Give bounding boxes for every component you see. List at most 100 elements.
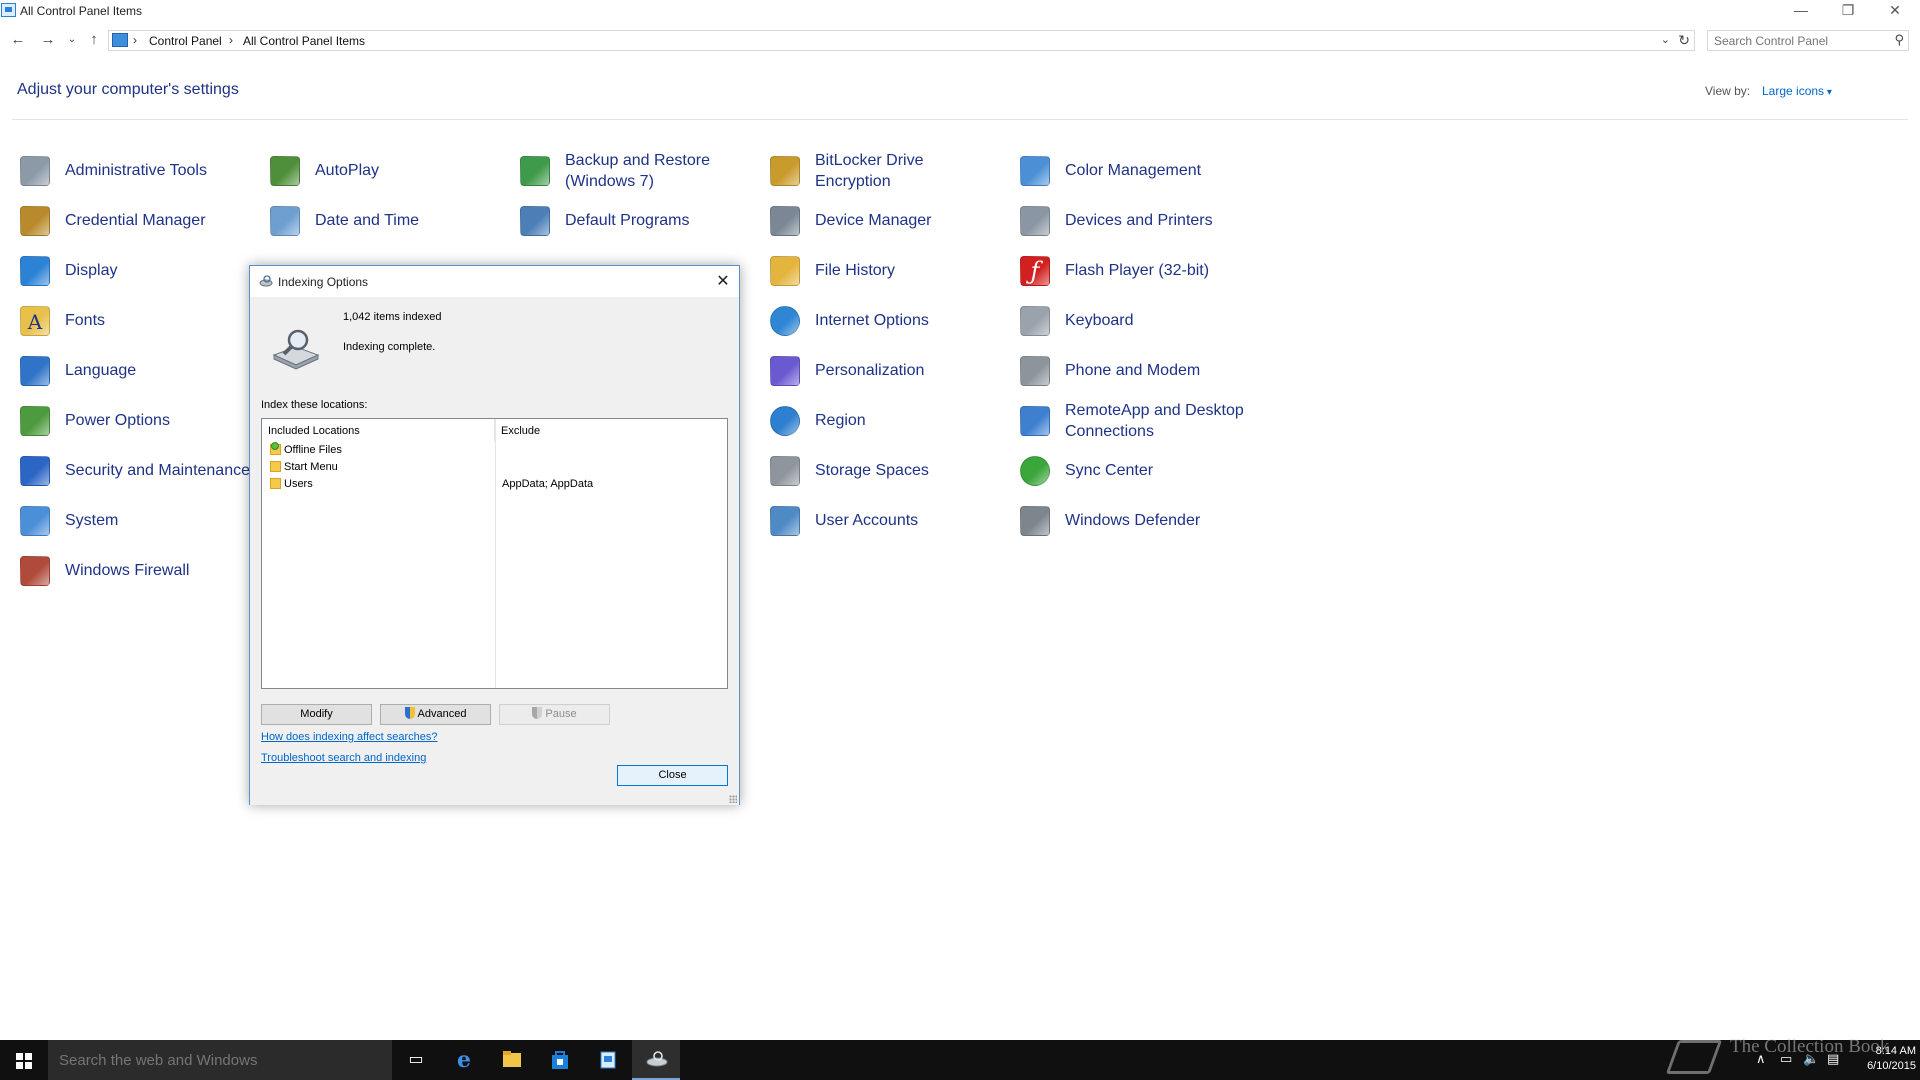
cp-item-date-and-time[interactable]: Date and Time bbox=[270, 200, 510, 240]
cp-item-label: Devices and Printers bbox=[1065, 212, 1213, 229]
cp-item-user-accounts[interactable]: User Accounts bbox=[770, 500, 1010, 540]
column-header-exclude[interactable]: Exclude bbox=[495, 419, 727, 442]
locations-table[interactable]: Included Locations Exclude Offline Files… bbox=[261, 418, 728, 689]
cp-item-display[interactable]: Display bbox=[20, 250, 250, 290]
table-row[interactable]: Users AppData; AppData bbox=[262, 476, 727, 493]
dialog-titlebar: Indexing Options ✕ bbox=[250, 266, 739, 297]
cp-item-phone-and-modem[interactable]: Phone and Modem bbox=[1020, 350, 1260, 390]
cp-item-security-and-maintenance[interactable]: Security and Maintenance bbox=[20, 450, 250, 490]
cp-item-file-history[interactable]: File History bbox=[770, 250, 1010, 290]
address-dropdown-icon[interactable]: ⌄ bbox=[1661, 33, 1670, 46]
cp-item-color-management[interactable]: Color Management bbox=[1020, 150, 1260, 190]
keyboard-icon bbox=[1020, 306, 1050, 336]
breadcrumb-control-panel[interactable]: Control Panel bbox=[149, 34, 222, 48]
cp-item-label: Language bbox=[65, 362, 137, 379]
troubleshoot-link[interactable]: Troubleshoot search and indexing bbox=[261, 752, 426, 764]
cp-item-label: Default Programs bbox=[565, 212, 690, 229]
cp-item-label: Administrative Tools bbox=[65, 162, 207, 179]
cp-item-default-programs[interactable]: Default Programs bbox=[520, 200, 760, 240]
cp-item-backup-and-restore-windows-7[interactable]: Backup and Restore (Windows 7) bbox=[520, 150, 760, 190]
minimize-button[interactable]: — bbox=[1778, 0, 1824, 22]
cp-item-language[interactable]: Language bbox=[20, 350, 250, 390]
cp-item-fonts[interactable]: A Fonts bbox=[20, 300, 250, 340]
dialog-close-icon[interactable]: ✕ bbox=[713, 271, 733, 291]
cp-item-label: Credential Manager bbox=[65, 212, 206, 229]
location-name: Start Menu bbox=[284, 461, 338, 473]
dialog-close-button[interactable]: Close bbox=[617, 765, 728, 786]
breadcrumb-all-items[interactable]: All Control Panel Items bbox=[243, 34, 365, 48]
cp-item-keyboard[interactable]: Keyboard bbox=[1020, 300, 1260, 340]
column-header-included[interactable]: Included Locations bbox=[262, 419, 495, 442]
recent-locations-chevron-icon[interactable]: ⌄ bbox=[62, 30, 82, 50]
cp-item-sync-center[interactable]: Sync Center bbox=[1020, 450, 1260, 490]
cp-item-windows-defender[interactable]: Windows Defender bbox=[1020, 500, 1260, 540]
indexing-drive-icon bbox=[272, 329, 320, 370]
refresh-icon[interactable]: ↻ bbox=[1678, 32, 1690, 49]
cp-item-label: Personalization bbox=[815, 362, 925, 379]
divider bbox=[12, 119, 1908, 120]
back-arrow-icon[interactable]: ← bbox=[8, 30, 28, 50]
resize-grip-icon[interactable] bbox=[729, 795, 737, 803]
modify-button[interactable]: Modify bbox=[261, 704, 372, 725]
cp-item-power-options[interactable]: Power Options bbox=[20, 400, 250, 440]
flag-icon bbox=[20, 456, 50, 486]
cp-item-label: Device Manager bbox=[815, 212, 932, 229]
phone-icon bbox=[1020, 356, 1050, 386]
fonts-icon: A bbox=[20, 306, 50, 336]
cp-item-device-manager[interactable]: Device Manager bbox=[770, 200, 1010, 240]
taskbar-edge[interactable]: e bbox=[440, 1040, 488, 1080]
view-by-dropdown[interactable]: Large icons bbox=[1762, 84, 1832, 98]
page-title: Adjust your computer's settings bbox=[17, 81, 239, 98]
taskbar-file-explorer[interactable] bbox=[488, 1040, 536, 1080]
windows-logo-icon bbox=[16, 1053, 32, 1069]
cp-item-storage-spaces[interactable]: Storage Spaces bbox=[770, 450, 1010, 490]
monitor-icon bbox=[20, 256, 50, 286]
address-box[interactable]: › Control Panel › All Control Panel Item… bbox=[108, 30, 1695, 51]
advanced-button[interactable]: Advanced bbox=[380, 704, 491, 725]
watermark-text: The Collection Book bbox=[1730, 1036, 1890, 1057]
language-icon bbox=[20, 356, 50, 386]
taskbar-control-panel[interactable] bbox=[584, 1040, 632, 1080]
file-history-icon bbox=[770, 256, 800, 286]
up-arrow-icon[interactable]: ↑ bbox=[84, 30, 104, 50]
cp-item-label: Internet Options bbox=[815, 312, 929, 329]
folder-icon bbox=[270, 478, 281, 489]
cp-item-personalization[interactable]: Personalization bbox=[770, 350, 1010, 390]
search-box[interactable]: ⚲ bbox=[1707, 30, 1909, 51]
breadcrumb-separator-icon: › bbox=[133, 33, 137, 47]
cp-item-system[interactable]: System bbox=[20, 500, 250, 540]
uac-shield-icon bbox=[532, 707, 543, 719]
pause-button[interactable]: Pause bbox=[499, 704, 610, 725]
start-button[interactable] bbox=[0, 1040, 48, 1080]
cp-item-remoteapp-and-desktop-connections[interactable]: RemoteApp and Desktop Connections bbox=[1020, 400, 1260, 440]
cp-item-credential-manager[interactable]: Credential Manager bbox=[20, 200, 250, 240]
cp-item-flash-player-32-bit[interactable]: ƒ Flash Player (32-bit) bbox=[1020, 250, 1260, 290]
advanced-button-label: Advanced bbox=[417, 708, 467, 720]
cp-item-autoplay[interactable]: AutoPlay bbox=[270, 150, 510, 190]
taskbar-search-input[interactable] bbox=[48, 1040, 392, 1080]
cp-item-region[interactable]: Region bbox=[770, 400, 1010, 440]
taskbar-search-box[interactable] bbox=[48, 1040, 392, 1080]
color-management-icon bbox=[1020, 156, 1050, 186]
store-icon bbox=[550, 1050, 570, 1070]
cp-item-bitlocker-drive-encryption[interactable]: BitLocker Drive Encryption bbox=[770, 150, 1010, 190]
control-panel-icon bbox=[112, 33, 128, 47]
cp-item-administrative-tools[interactable]: Administrative Tools bbox=[20, 150, 250, 190]
taskbar-store[interactable] bbox=[536, 1040, 584, 1080]
table-row[interactable]: Offline Files bbox=[262, 442, 727, 459]
search-icon[interactable]: ⚲ bbox=[1894, 32, 1904, 48]
cp-item-windows-firewall[interactable]: Windows Firewall bbox=[20, 550, 250, 590]
close-window-button[interactable]: ✕ bbox=[1872, 0, 1918, 22]
restore-button[interactable]: ❐ bbox=[1825, 0, 1871, 22]
task-view-button[interactable]: ▭ bbox=[392, 1040, 440, 1080]
taskbar-indexing-options[interactable] bbox=[632, 1040, 680, 1080]
forward-arrow-icon[interactable]: → bbox=[38, 30, 58, 50]
search-input[interactable] bbox=[1708, 31, 1884, 50]
edge-icon: e bbox=[457, 1047, 471, 1073]
sync-icon bbox=[1020, 456, 1050, 486]
indexing-help-link[interactable]: How does indexing affect searches? bbox=[261, 731, 438, 743]
cp-item-label: Color Management bbox=[1065, 162, 1202, 179]
cp-item-internet-options[interactable]: Internet Options bbox=[770, 300, 1010, 340]
cp-item-devices-and-printers[interactable]: Devices and Printers bbox=[1020, 200, 1260, 240]
table-row[interactable]: Start Menu bbox=[262, 459, 727, 476]
